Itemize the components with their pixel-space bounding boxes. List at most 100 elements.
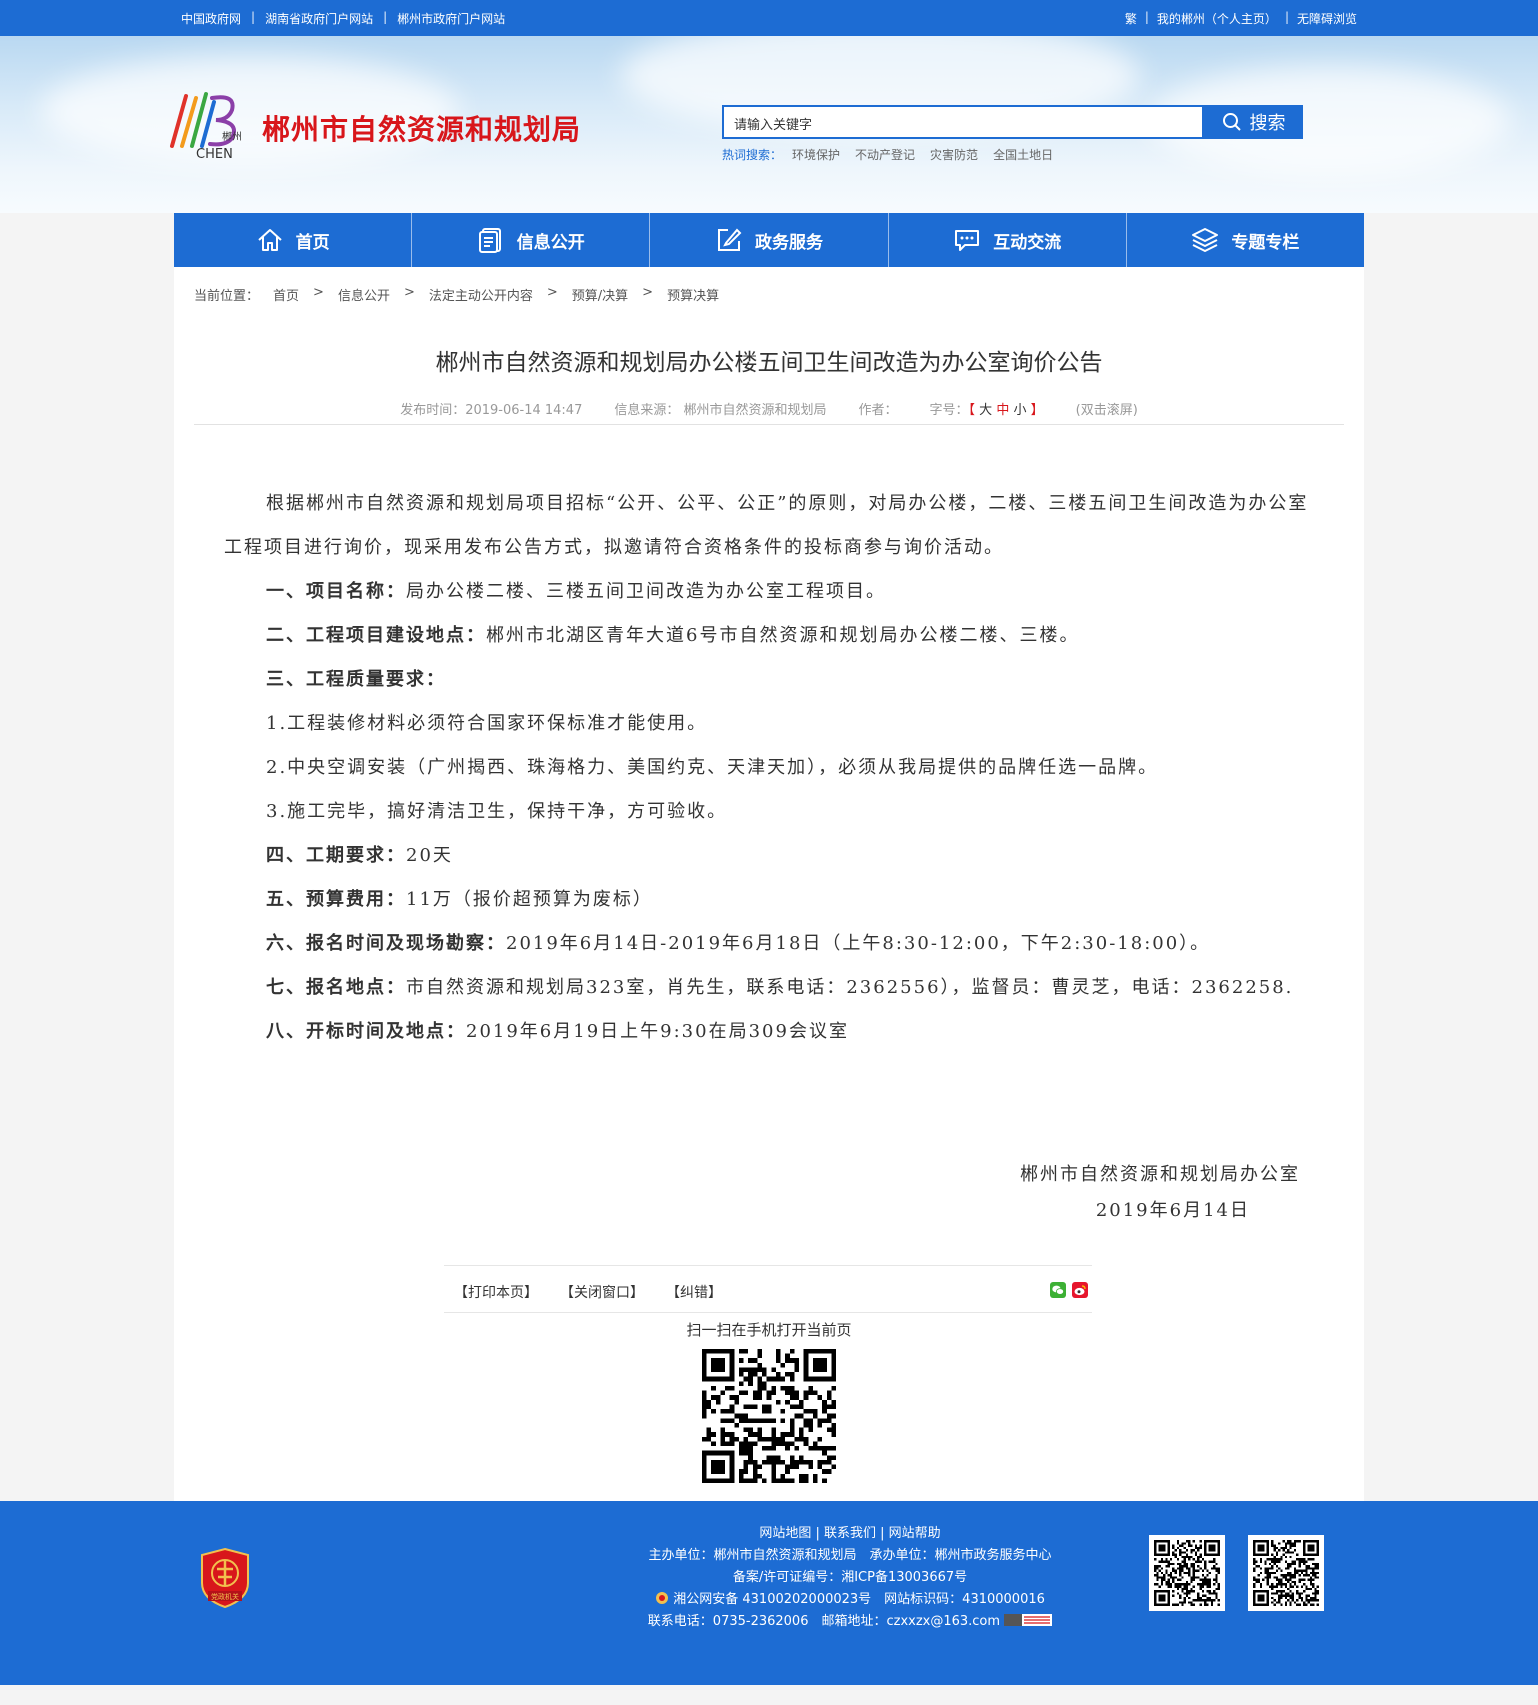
footer-host: 主办单位：郴州市自然资源和规划局 承办单位：郴州市政务服务中心 (648, 1548, 1052, 1563)
svg-text:郴州: 郴州 (222, 130, 242, 143)
top-links-left: 中国政府网 | 湖南省政府门户网站 | 郴州市政府门户网站 (181, 10, 505, 27)
article-title: 郴州市自然资源和规划局办公楼五间卫生间改造为办公室询价公告 (435, 350, 1103, 376)
top-bar: 中国政府网 | 湖南省政府门户网站 | 郴州市政府门户网站 繁 | 我的郴州（个… (0, 0, 1538, 36)
bracket: 】 (1030, 403, 1044, 418)
section-budget: 五、预算费用：11万（报价超预算为废标） (224, 878, 1314, 922)
breadcrumb-item[interactable]: 预算/决算 (572, 285, 628, 304)
publish-time: 发布时间：2019-06-14 14:47 (400, 403, 583, 418)
footer-icp[interactable]: 备案/许可证编号：湘ICP备13003667号 (630, 1567, 1070, 1589)
share-icons (1050, 1282, 1088, 1298)
party-gov-badge[interactable]: 党政机关 (198, 1547, 252, 1609)
font-size-mid[interactable]: 中 (996, 403, 1009, 418)
footer-contact-text: 联系电话：0735-2362006 邮箱地址：czxxzx@163.com (647, 1614, 1001, 1629)
nav-special[interactable]: 专题专栏 (1127, 213, 1364, 267)
nav-info-public[interactable]: 信息公开 (412, 213, 651, 267)
footer-contact: 联系电话：0735-2362006 邮箱地址：czxxzx@163.com (630, 1611, 1070, 1633)
dblclick-scroll[interactable]: (双击滚屏) (1076, 399, 1138, 418)
section-text: 2019年6月19日上午9:30在局309会议室 (466, 1021, 849, 1042)
quality-item: 2.中央空调安装（广州揭西、珠海格力、美国约克、天津天加），必须从我局提供的品牌… (266, 757, 1159, 778)
correct-button[interactable]: 【纠错】 (666, 1282, 722, 1302)
edit-icon (718, 228, 742, 251)
hot-word[interactable]: 环境保护 (792, 146, 840, 163)
separator: | (383, 10, 388, 24)
breadcrumb-item[interactable]: 预算决算 (667, 285, 719, 304)
link-hunan-gov[interactable]: 湖南省政府门户网站 (265, 10, 373, 27)
wechat-icon[interactable] (1050, 1282, 1066, 1298)
breadcrumb-sep: > (642, 285, 654, 300)
hot-words-label: 热词搜索： (722, 148, 783, 162)
site-logo[interactable]: 郴州 CHEN (166, 88, 250, 164)
print-button[interactable]: 【打印本页】 (454, 1282, 538, 1302)
nav-home[interactable]: 首页 (174, 213, 413, 267)
police-emblem-icon (656, 1592, 669, 1604)
separator: | (1284, 10, 1289, 24)
hot-word[interactable]: 灾害防范 (930, 146, 978, 163)
scan-hint: 扫一扫在手机打开当前页 (686, 1321, 852, 1339)
section-label: 四、工期要求： (266, 845, 406, 866)
section-text: 2019年6月14日-2019年6月18日（上午8:30-12:00，下午2:3… (506, 933, 1211, 954)
section-registration-place: 七、报名地点：市自然资源和规划局323室，肖先生，联系电话：2362556），监… (224, 966, 1314, 1010)
section-location: 二、工程项目建设地点：郴州市北湖区青年大道6号市自然资源和规划局办公楼二楼、三楼… (224, 614, 1314, 658)
font-size-control: 字号：【 大 中 小 】 (930, 399, 1044, 418)
hot-word[interactable]: 不动产登记 (855, 146, 915, 163)
nav-gov-service[interactable]: 政务服务 (650, 213, 889, 267)
link-chenzhou-gov[interactable]: 郴州市政府门户网站 (397, 10, 505, 27)
home-icon (257, 229, 282, 251)
separator: | (251, 10, 256, 24)
section-bid-opening: 八、开标时间及地点：2019年6月19日上午9:30在局309会议室 (224, 1010, 1314, 1054)
section-text: 郴州市北湖区青年大道6号市自然资源和规划局办公楼二楼、三楼。 (486, 625, 1080, 646)
link-my-chenzhou[interactable]: 我的郴州（个人主页） (1157, 10, 1277, 27)
footer-info: 网站地图 | 联系我们 | 网站帮助 主办单位：郴州市自然资源和规划局 承办单位… (630, 1523, 1070, 1633)
close-window-button[interactable]: 【关闭窗口】 (560, 1282, 644, 1302)
header: 郴州 CHEN 郴州市自然资源和规划局 请输入关键字 搜索 热词搜索： 环境保护… (0, 36, 1538, 213)
footer-qr-code-2 (1248, 1535, 1324, 1611)
bottom-strip (0, 1685, 1538, 1705)
search-button[interactable]: 搜索 (1204, 105, 1303, 139)
link-accessibility[interactable]: 无障碍浏览 (1297, 10, 1357, 27)
footer-qr-code-1 (1149, 1535, 1225, 1611)
nav-label: 互动交流 (993, 232, 1062, 253)
quality-item: 1.工程装修材料必须符合国家环保标准才能使用。 (266, 713, 708, 734)
link-traditional[interactable]: 繁 (1125, 10, 1137, 27)
link-gov-cn[interactable]: 中国政府网 (181, 10, 241, 27)
bracket: 【 (968, 403, 976, 418)
article-body: 根据郴州市自然资源和规划局项目招标“公开、公平、公正”的原则，对局办公楼，二楼、… (224, 482, 1314, 1054)
breadcrumb: 当前位置： 首页 > 信息公开 > 法定主动公开内容 > 预算/决算 > 预算决… (194, 285, 719, 304)
search-button-label: 搜索 (1249, 113, 1286, 134)
top-links-right: 繁 | 我的郴州（个人主页） | 无障碍浏览 (1125, 10, 1357, 27)
section-project-name: 一、项目名称：局办公楼二楼、三楼五间卫间改造为办公室工程项目。 (224, 570, 1314, 614)
footer: 党政机关 网站地图 | 联系我们 | 网站帮助 主办单位：郴州市自然资源和规划局… (0, 1501, 1538, 1685)
quality-item: 3.施工完毕，搞好清洁卫生，保持干净，方可验收。 (266, 801, 728, 822)
section-text: 20天 (406, 845, 453, 866)
font-size-small[interactable]: 小 (1013, 403, 1026, 418)
nav-label: 信息公开 (516, 232, 585, 253)
breadcrumb-label: 当前位置： (194, 289, 260, 304)
font-size-label: 字号： (929, 403, 969, 418)
section-label: 八、开标时间及地点： (266, 1021, 466, 1042)
search-input[interactable]: 请输入关键字 (722, 105, 1204, 139)
site-title: 郴州市自然资源和规划局 (262, 113, 582, 146)
svg-text:党政机关: 党政机关 (211, 1592, 239, 1601)
weibo-icon[interactable] (1072, 1282, 1088, 1298)
hot-word[interactable]: 全国土地日 (993, 146, 1053, 163)
breadcrumb-sep: > (403, 285, 415, 300)
cnnic-icon (1004, 1614, 1053, 1626)
section-text: 市自然资源和规划局323室，肖先生，联系电话：2362556），监督员：曹灵芝，… (406, 977, 1294, 998)
footer-police-text: 湘公网安备 43100202000023号 网站标识码：4310000016 (673, 1592, 1045, 1607)
breadcrumb-item[interactable]: 首页 (273, 285, 299, 304)
breadcrumb-item[interactable]: 信息公开 (338, 285, 390, 304)
nav-label: 专题专栏 (1231, 232, 1300, 253)
footer-links[interactable]: 网站地图 | 联系我们 | 网站帮助 (630, 1523, 1070, 1545)
breadcrumb-item[interactable]: 法定主动公开内容 (429, 285, 533, 304)
breadcrumb-sep: > (313, 285, 324, 300)
section-text: 11万（报价超预算为废标） (406, 889, 653, 910)
breadcrumb-sep: > (546, 285, 558, 300)
section-quality: 三、工程质量要求： (224, 658, 1314, 702)
nav-interaction[interactable]: 互动交流 (889, 213, 1127, 267)
sign-date: 2019年6月14日 (1095, 1200, 1250, 1221)
main-nav: 首页 信息公开 政务服务 互动交流 专题专栏 (174, 213, 1364, 267)
hot-words: 热词搜索： 环境保护 不动产登记 灾害防范 全国土地日 (722, 146, 1053, 163)
section-label: 二、工程项目建设地点： (266, 625, 486, 646)
font-size-big[interactable]: 大 (979, 403, 992, 418)
nav-label: 首页 (295, 232, 330, 253)
